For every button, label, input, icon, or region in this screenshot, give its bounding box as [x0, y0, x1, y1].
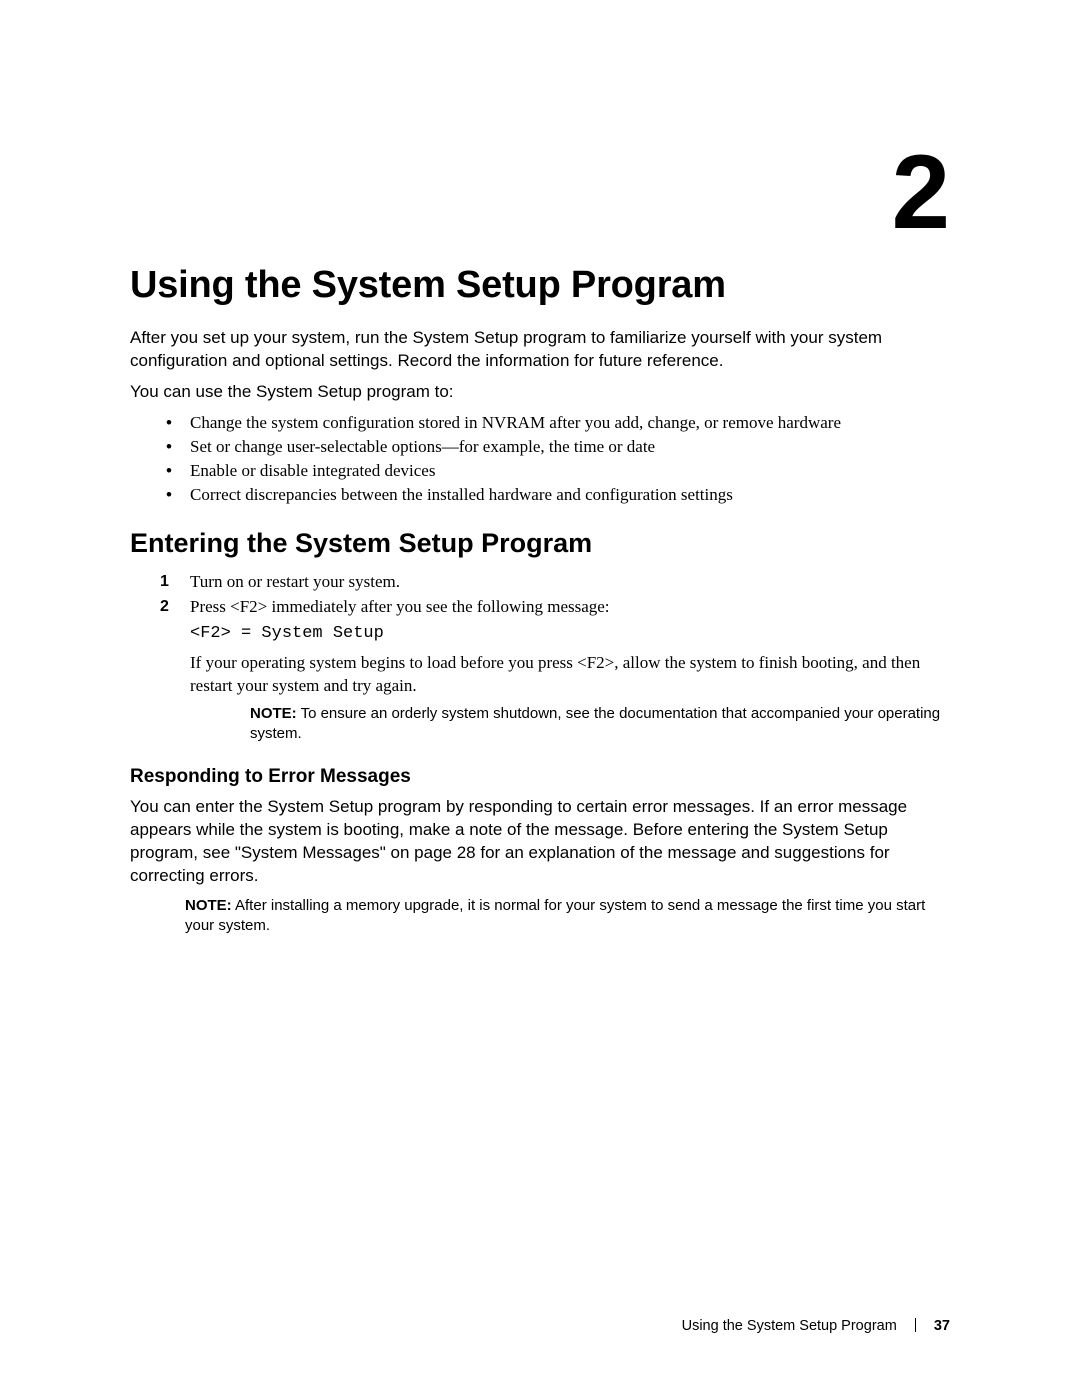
- section-title-entering: Entering the System Setup Program: [130, 525, 950, 561]
- intro-bullet-item: Correct discrepancies between the instal…: [130, 484, 950, 507]
- page-number: 37: [934, 1318, 950, 1334]
- intro-paragraph-1: After you set up your system, run the Sy…: [130, 327, 950, 373]
- note-text: To ensure an orderly system shutdown, se…: [250, 705, 940, 742]
- intro-bullet-item: Set or change user-selectable options—fo…: [130, 436, 950, 459]
- step-body-text: If your operating system begins to load …: [190, 652, 950, 698]
- steps-list: 1 Turn on or restart your system. 2 Pres…: [130, 571, 950, 744]
- step-text: Press <F2> immediately after you see the…: [190, 597, 610, 616]
- footer-divider: [915, 1318, 916, 1332]
- page-container: 2 Using the System Setup Program After y…: [0, 0, 1080, 1397]
- chapter-title: Using the System Setup Program: [130, 260, 950, 311]
- step-number: 1: [160, 571, 169, 593]
- note-text: After installing a memory upgrade, it is…: [185, 897, 925, 934]
- chapter-number: 2: [892, 140, 950, 245]
- intro-bullet-list: Change the system configuration stored i…: [130, 412, 950, 507]
- subsection-title-responding: Responding to Error Messages: [130, 764, 950, 790]
- note-block: NOTE: After installing a memory upgrade,…: [185, 896, 950, 937]
- intro-paragraph-2: You can use the System Setup program to:: [130, 381, 950, 404]
- running-head: Using the System Setup Program: [682, 1318, 897, 1334]
- note-label: NOTE:: [185, 897, 232, 914]
- subsection-body: You can enter the System Setup program b…: [130, 796, 950, 888]
- intro-bullet-item: Change the system configuration stored i…: [130, 412, 950, 435]
- step-number: 2: [160, 596, 169, 618]
- page-footer: Using the System Setup Program 37: [682, 1317, 950, 1337]
- step-item-2: 2 Press <F2> immediately after you see t…: [130, 596, 950, 744]
- intro-bullet-item: Enable or disable integrated devices: [130, 460, 950, 483]
- content-area: Using the System Setup Program After you…: [130, 0, 950, 936]
- note-block: NOTE: To ensure an orderly system shutdo…: [250, 704, 950, 745]
- note-label: NOTE:: [250, 705, 297, 722]
- step-code-line: <F2> = System Setup: [190, 623, 950, 646]
- step-text: Turn on or restart your system.: [190, 572, 400, 591]
- step-item-1: 1 Turn on or restart your system.: [130, 571, 950, 594]
